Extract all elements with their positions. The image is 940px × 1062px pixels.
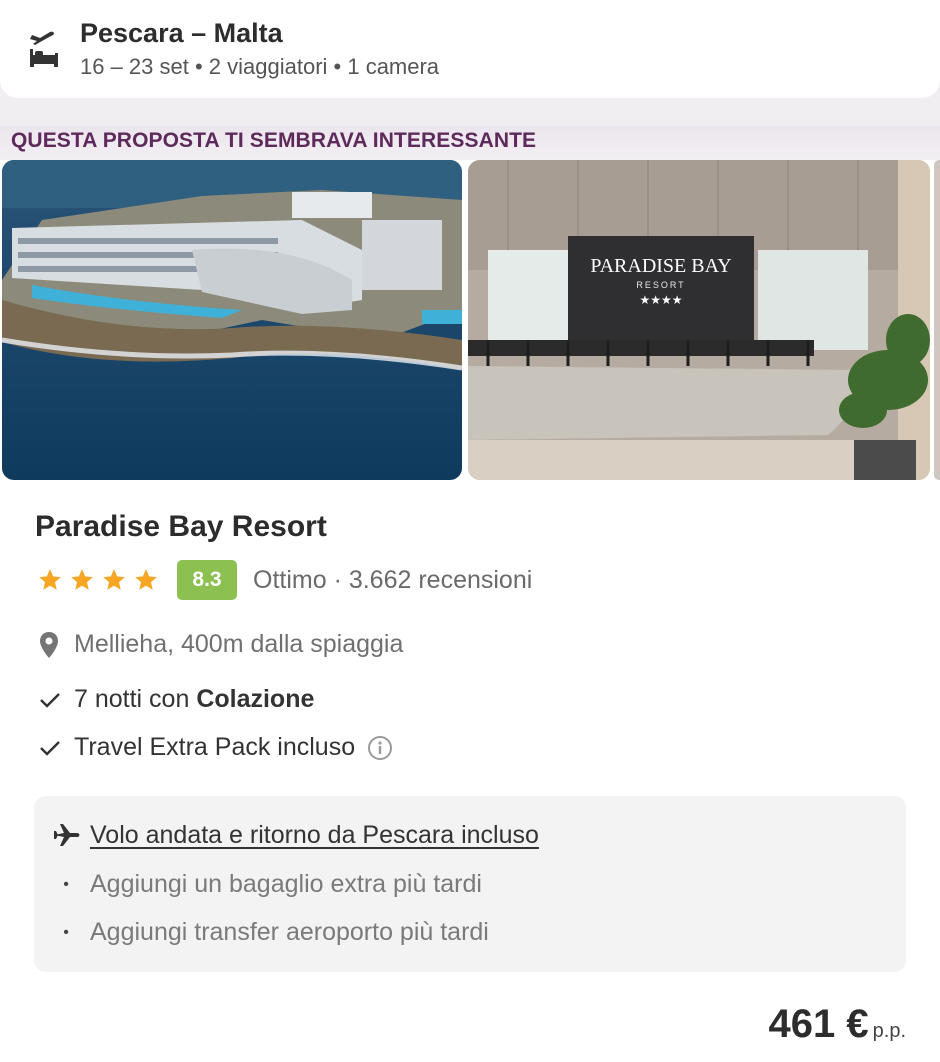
board-feature-prefix: 7 notti con [74, 685, 197, 713]
star-icon [103, 569, 125, 590]
hotel-name[interactable]: Paradise Bay Resort [35, 510, 327, 544]
check-icon [40, 692, 60, 708]
bullet: • [63, 923, 69, 941]
hotel-aerial-photo[interactable] [2, 160, 462, 480]
reception-sign-subtext: RESORT [636, 280, 685, 290]
board-type: Colazione [196, 685, 315, 713]
trip-details: 16 – 23 set • 2 viaggiatori • 1 camera [80, 54, 440, 79]
reviews-text[interactable]: Ottimo · 3.662 recensioni [253, 566, 532, 595]
search-summary[interactable]: Pescara – Malta 16 – 23 set • 2 viaggiat… [0, 0, 940, 98]
section-title: QUESTA PROPOSTA TI SEMBRAVA INTERESSANTE [0, 126, 940, 160]
price: 461 € p.p. [769, 1002, 906, 1047]
score-badge: 8.3 [177, 560, 237, 600]
price-value: 461 € [768, 1002, 869, 1046]
extra-pack-text: Travel Extra Pack incluso [74, 733, 356, 761]
check-icon [40, 740, 60, 756]
rating-row: 8.3 Ottimo · 3.662 recensioni [37, 560, 532, 600]
location-pin-icon [40, 631, 58, 658]
search-summary-text: Pescara – Malta 16 – 23 set • 2 viaggiat… [80, 17, 439, 81]
star-icon [71, 569, 93, 590]
extra-transfer-item: • Aggiungi transfer aeroporto più tardi [62, 918, 489, 947]
flight-info-box: Volo andata e ritorno da Pescara incluso… [34, 796, 906, 972]
board-feature: 7 notti con Colazione [38, 685, 314, 714]
star-icon [135, 569, 157, 590]
extra-transfer-text: Aggiungi transfer aeroporto più tardi [90, 918, 489, 946]
info-icon[interactable] [367, 735, 393, 761]
extra-pack-feature: Travel Extra Pack incluso [38, 733, 393, 762]
extra-baggage-item: • Aggiungi un bagaglio extra più tardi [62, 870, 482, 899]
star-icon [39, 569, 61, 590]
flight-header[interactable]: Volo andata e ritorno da Pescara incluso [52, 820, 539, 850]
hotel-card[interactable]: PARADISE BAY RESORT ★★★★ Paradise Bay Re… [0, 160, 940, 1062]
next-photo-peek[interactable] [934, 160, 940, 480]
flight-hotel-icon [30, 31, 58, 67]
hotel-stars [37, 567, 159, 593]
location-row: Mellieha, 400m dalla spiaggia [38, 630, 403, 659]
bullet: • [63, 875, 69, 893]
reception-sign-text: PARADISE BAY [590, 255, 731, 277]
location-text: Mellieha, 400m dalla spiaggia [74, 630, 404, 658]
reception-sign-stars: ★★★★ [639, 293, 682, 307]
route-title: Pescara – Malta [80, 18, 283, 48]
extra-baggage-text: Aggiungi un bagaglio extra più tardi [90, 870, 482, 898]
plane-icon [54, 824, 80, 846]
price-unit: p.p. [872, 1020, 906, 1042]
hotel-reception-photo[interactable]: PARADISE BAY RESORT ★★★★ [468, 160, 930, 480]
flight-link[interactable]: Volo andata e ritorno da Pescara incluso [90, 821, 539, 850]
